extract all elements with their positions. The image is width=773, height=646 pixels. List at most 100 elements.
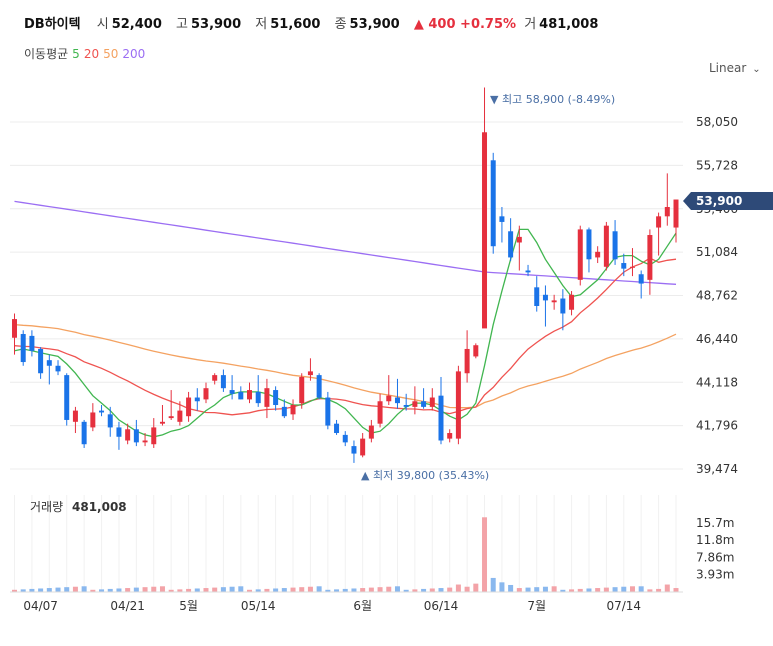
candle-body bbox=[168, 416, 174, 419]
candle-body bbox=[551, 300, 557, 303]
candle-body bbox=[377, 401, 383, 424]
volume-bar bbox=[482, 517, 488, 592]
volume-bar bbox=[55, 587, 61, 592]
price-tick-label: 58,050 bbox=[696, 115, 738, 129]
candle-body bbox=[220, 375, 226, 389]
candle-body bbox=[273, 390, 279, 406]
price-tick-label: 48,762 bbox=[696, 289, 738, 303]
ma-5-line bbox=[14, 228, 677, 438]
volume-bar bbox=[629, 586, 635, 592]
candle-body bbox=[534, 287, 540, 306]
date-tick-label: 7월 bbox=[527, 599, 546, 613]
candle-body bbox=[264, 388, 270, 407]
candle-body bbox=[360, 438, 366, 456]
candle-body bbox=[664, 206, 670, 217]
volume-bar bbox=[360, 588, 366, 592]
candle-body bbox=[99, 410, 105, 413]
volume-bar bbox=[299, 587, 305, 592]
price-chart[interactable]: 58,05055,72853,40651,08448,76246,44044,1… bbox=[0, 0, 773, 646]
volume-bar bbox=[534, 587, 540, 592]
candle-body bbox=[255, 391, 261, 404]
candle-body bbox=[482, 132, 488, 329]
ma-200-line bbox=[14, 200, 677, 285]
candle-body bbox=[12, 319, 17, 338]
candle-body bbox=[499, 216, 505, 222]
candle-body bbox=[238, 391, 244, 400]
candle-body bbox=[429, 397, 435, 407]
candle-body bbox=[38, 348, 44, 374]
volume-bar bbox=[151, 586, 157, 592]
candle-body bbox=[247, 390, 253, 400]
candle-body bbox=[577, 229, 583, 280]
volume-bar bbox=[621, 586, 627, 592]
price-axis: 58,05055,72853,40651,08448,76246,44044,1… bbox=[696, 115, 738, 476]
volume-bar bbox=[116, 588, 122, 592]
volume-bar bbox=[542, 586, 548, 592]
candle-body bbox=[621, 263, 627, 269]
candle-body bbox=[656, 216, 662, 228]
candle-body bbox=[638, 274, 644, 284]
candle-body bbox=[316, 375, 322, 398]
candle-body bbox=[72, 410, 78, 422]
volume-bar bbox=[133, 587, 139, 592]
candle-body bbox=[412, 401, 418, 407]
volume-bar bbox=[238, 586, 244, 592]
volume-bar bbox=[595, 588, 601, 592]
candle-body bbox=[307, 371, 313, 376]
date-tick-label: 6월 bbox=[353, 599, 372, 613]
volume-bar bbox=[159, 586, 165, 592]
candle-body bbox=[464, 348, 470, 374]
candle-body bbox=[447, 433, 453, 439]
volume-bar bbox=[220, 587, 226, 592]
volume-bar bbox=[229, 586, 235, 592]
volume-bar bbox=[394, 586, 400, 592]
price-tick-label: 51,084 bbox=[696, 245, 738, 259]
candle-body bbox=[421, 401, 427, 407]
low-annotation-text: ▲ 최저 39,800 (35.43%) bbox=[361, 469, 489, 482]
volume-bar bbox=[307, 586, 313, 592]
candle-body bbox=[603, 225, 609, 267]
volume-bar bbox=[281, 588, 287, 592]
candle-body bbox=[595, 251, 601, 258]
high-annotation-text: ▼ 최고 58,900 (-8.49%) bbox=[490, 93, 615, 106]
candle-body bbox=[55, 365, 61, 372]
date-axis: 04/07 04/21 5월 05/14 6월 06/14 7월 07/14 bbox=[10, 591, 683, 613]
candle-body bbox=[403, 405, 409, 407]
candle-body bbox=[186, 397, 192, 417]
candle-body bbox=[299, 376, 305, 404]
candle-body bbox=[281, 406, 287, 417]
candlestick-series bbox=[12, 87, 679, 463]
moving-average-lines bbox=[14, 200, 677, 438]
volume-bar bbox=[316, 586, 322, 592]
candle-body bbox=[142, 440, 148, 443]
candle-body bbox=[212, 375, 218, 381]
candle-body bbox=[629, 266, 635, 268]
volume-bar bbox=[586, 588, 592, 592]
candle-body bbox=[151, 427, 157, 445]
candle-body bbox=[342, 434, 348, 443]
volume-bar bbox=[81, 586, 87, 592]
date-tick-label: 5월 bbox=[179, 599, 198, 613]
volume-bar bbox=[464, 586, 470, 592]
price-tick-label: 39,474 bbox=[696, 462, 738, 476]
candle-body bbox=[473, 345, 479, 357]
candle-body bbox=[490, 160, 496, 247]
candle-body bbox=[334, 423, 340, 434]
low-annotation: ▲ 최저 39,800 (35.43%) bbox=[361, 469, 489, 482]
candle-body bbox=[107, 414, 113, 428]
candle-body bbox=[229, 390, 235, 394]
candle-body bbox=[368, 425, 374, 439]
high-annotation: ▼ 최고 58,900 (-8.49%) bbox=[490, 93, 615, 106]
volume-title: 거래량 bbox=[30, 500, 63, 514]
date-tick-label: 04/07 bbox=[23, 599, 58, 613]
volume-bar bbox=[377, 587, 383, 592]
volume-bar bbox=[612, 587, 618, 592]
volume-title-value: 481,008 bbox=[72, 500, 127, 514]
candle-body bbox=[586, 229, 592, 260]
volume-bar bbox=[46, 588, 52, 592]
candle-body bbox=[438, 395, 444, 441]
volume-bar bbox=[429, 588, 435, 592]
grid-lines bbox=[10, 121, 683, 592]
candle-body bbox=[194, 397, 200, 402]
candle-body bbox=[525, 270, 531, 273]
